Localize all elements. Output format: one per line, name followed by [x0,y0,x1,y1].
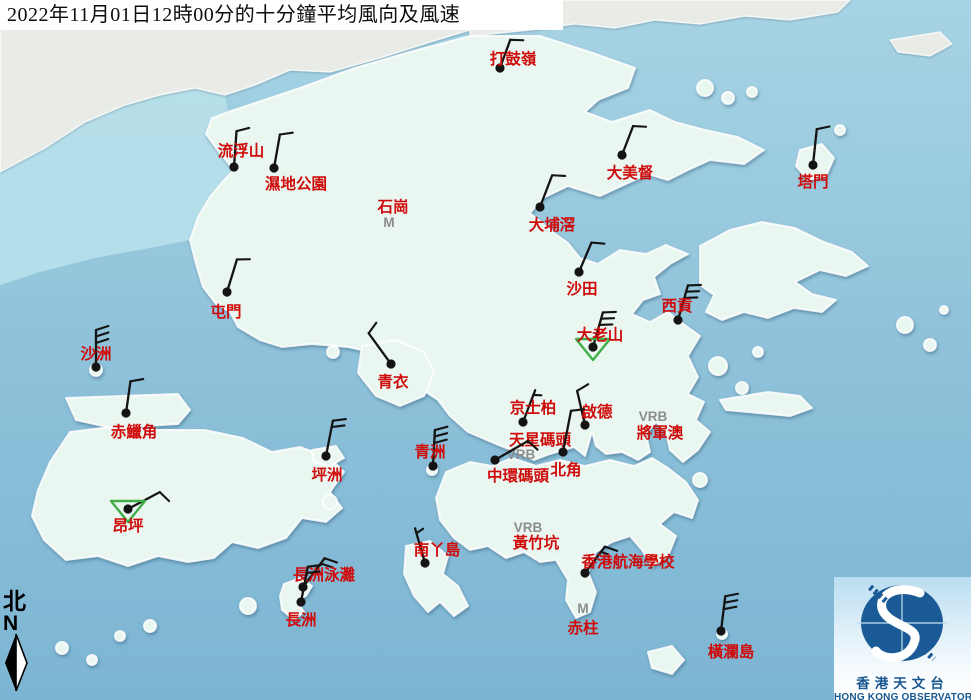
station-dot [580,420,589,429]
north-indicator: 北 N [3,590,37,698]
station-label: 屯門 [210,302,241,321]
station-status-marker: M [383,215,394,230]
station-label: 石崗 [376,197,408,216]
station-label: 長洲泳灘 [293,565,356,584]
station-label: 中環碼頭 [487,466,550,485]
station-label: 南丫島 [414,540,461,559]
station-label: 大美督 [607,163,654,182]
station-label: 北角 [550,460,581,479]
station-label: 西貢 [661,297,693,315]
map-canvas: 打鼓嶺流浮山濕地公園M石崗大美督塔門大埔滘沙田屯門西貢沙洲大老山青衣赤鱲角京士柏… [0,0,971,700]
station-dot [121,408,130,417]
compass-needle-icon [3,633,29,693]
station-dot [296,597,305,606]
station-dot [123,504,132,513]
station-dot [808,160,817,169]
wind-barb-feather [552,175,565,176]
station-dot [269,163,278,172]
north-hanzi-label: 北 [3,590,37,614]
station-dot [222,287,231,296]
station-label: 長洲 [285,611,316,629]
station-label: 大老山 [577,325,624,344]
observatory-logo: 香港天文台 HONG KONG OBSERVATORY [834,577,971,700]
station-label: 香港航海學校 [581,552,675,571]
observatory-name-zh: 香港天文台 [834,676,971,691]
station-label: 青洲 [414,442,445,461]
station-label: 打鼓嶺 [490,49,537,68]
station-label: 沙田 [566,280,597,298]
station-label: 啟德 [581,402,613,421]
station-label: 流浮山 [218,141,265,160]
wind-barb-feather [633,126,646,127]
station-dot [673,315,682,324]
station-dot [617,150,626,159]
station-label: 赤柱 [567,618,599,637]
station-dot [716,626,725,635]
station-dot [386,359,395,368]
wind-map-image: 打鼓嶺流浮山濕地公園M石崗大美督塔門大埔滘沙田屯門西貢沙洲大老山青衣赤鱲角京士柏… [0,0,971,700]
station-label: 赤鱲角 [111,422,158,441]
station-label: 昂坪 [112,517,144,535]
station-label: 京士柏 [510,398,557,417]
station-label: 將軍澳 [637,423,684,442]
station-dot [535,202,544,211]
station-dot [420,558,429,567]
observatory-logo-icon [834,577,971,669]
station-status-marker: VRB [639,409,668,424]
station-dot [229,162,238,171]
station-dot [518,417,527,426]
station-status-marker: VRB [507,447,536,462]
station-status-marker: M [577,601,588,616]
wind-barb-feather [592,243,605,244]
station-dot [490,455,499,464]
station-label: 沙洲 [80,345,111,363]
station-dot [558,447,567,456]
station-dot [321,451,330,460]
station-status-marker: VRB [514,520,543,535]
station-label: 大埔滘 [529,215,576,234]
station-dot [428,461,437,470]
station-label: 橫瀾島 [708,642,755,661]
station-dot [91,362,100,371]
map-title: 2022年11月01日12時00分的十分鐘平均風向及風速 [0,0,563,30]
station-label: 濕地公園 [265,174,327,193]
station-dot [574,267,583,276]
station-label: 青衣 [377,372,409,391]
station-label: 坪洲 [311,466,342,484]
station-label: 塔門 [797,172,828,191]
observatory-name-en: HONG KONG OBSERVATORY [834,691,971,700]
station-label: 黃竹坑 [512,533,560,552]
north-letter-label: N [3,614,37,633]
